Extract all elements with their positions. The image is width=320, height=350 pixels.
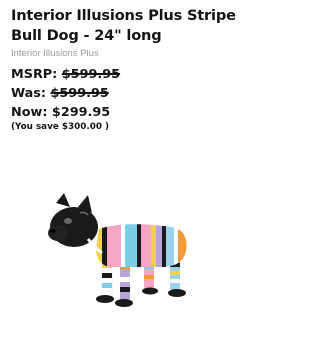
msrp-price: MSRP: $599.95 — [11, 67, 120, 82]
was-price: Was: $599.95 — [11, 86, 109, 101]
was-value: $599.95 — [50, 86, 109, 101]
now-label: Now: — [11, 105, 48, 120]
msrp-label: MSRP: — [11, 67, 58, 82]
dog-head — [48, 193, 98, 247]
product-title: Interior Illusions Plus Stripe Bull Dog … — [11, 7, 236, 44]
savings-note: (You save $300.00 ) — [11, 122, 110, 132]
brand-link[interactable]: Interior Illusions Plus — [11, 48, 99, 59]
dog-body — [96, 224, 187, 267]
was-label: Was: — [11, 86, 47, 101]
product-image[interactable] — [44, 193, 194, 313]
now-value: $299.95 — [51, 105, 111, 120]
msrp-value: $599.95 — [61, 67, 121, 82]
footer-mark: . — [12, 326, 14, 332]
now-price: Now: $299.95 — [11, 105, 110, 120]
